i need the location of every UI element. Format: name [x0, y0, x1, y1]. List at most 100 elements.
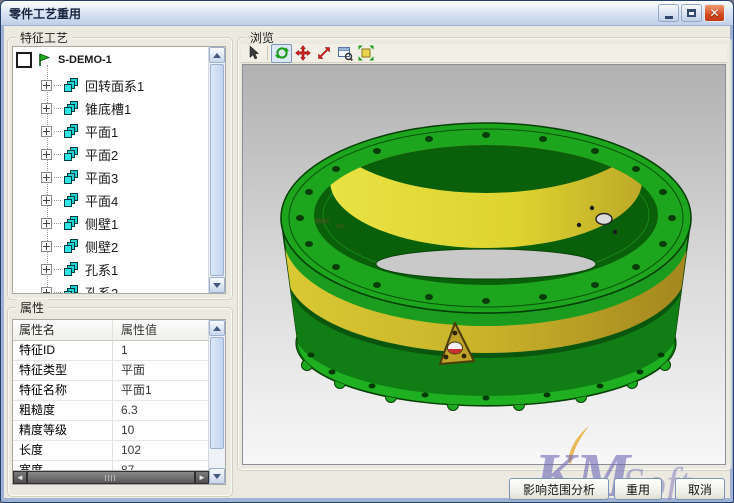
prop-name: 特征ID: [13, 341, 113, 360]
dialog-client-area: 特征工艺 S-DEMO-1 回转面系1 锥底槽1 平面: [4, 26, 730, 498]
zoom-fit-tool-button[interactable]: [355, 44, 376, 63]
arrow-down-icon: [213, 474, 221, 479]
tree-item-label: 孔系2: [85, 283, 118, 295]
properties-scrollbar[interactable]: [208, 320, 225, 484]
tree-item-label: 锥底槽1: [85, 99, 131, 118]
tree-item[interactable]: 锥底槽1: [41, 98, 131, 118]
tree-root-item[interactable]: S-DEMO-1: [13, 50, 112, 70]
tree-item-label: 回转面系1: [85, 76, 144, 95]
tree-item-label: 平面2: [85, 145, 118, 164]
scroll-down-button[interactable]: [209, 468, 225, 484]
reuse-button[interactable]: 重用: [614, 478, 662, 500]
expand-icon[interactable]: [41, 80, 52, 91]
zoom-fit-icon: [358, 45, 374, 61]
feature-tree-group: 特征工艺 S-DEMO-1 回转面系1 锥底槽1 平面: [7, 37, 233, 300]
tree-root-checkbox[interactable]: [16, 52, 32, 68]
table-header-row: 属性名 属性值: [13, 320, 209, 341]
prop-name: 精度等级: [13, 421, 113, 440]
column-header[interactable]: 属性值: [113, 320, 209, 340]
scroll-down-button[interactable]: [209, 277, 225, 293]
tree-item[interactable]: 平面1: [41, 121, 118, 141]
table-row[interactable]: 粗糙度6.3: [13, 401, 209, 421]
table-row[interactable]: 特征ID1: [13, 341, 209, 361]
expand-icon[interactable]: [41, 264, 52, 275]
pan-icon: [295, 45, 311, 61]
prop-value: 平面: [113, 361, 209, 380]
tree-scrollbar[interactable]: [208, 47, 225, 293]
scroll-thumb[interactable]: [210, 64, 224, 276]
tree-item[interactable]: 孔系2: [41, 282, 118, 294]
analyze-scope-button[interactable]: 影响范围分析: [509, 478, 609, 500]
minimize-button[interactable]: [658, 4, 679, 22]
expand-icon[interactable]: [41, 172, 52, 183]
table-row[interactable]: 特征类型平面: [13, 361, 209, 381]
scroll-right-button[interactable]: ►: [195, 471, 209, 484]
tree-item[interactable]: 回转面系1: [41, 75, 144, 95]
browser-group: 浏览: [237, 37, 732, 471]
window-title: 零件工艺重用: [1, 5, 81, 22]
tree-item[interactable]: 平面2: [41, 144, 118, 164]
maximize-icon: [687, 9, 696, 17]
zoom-tool-button[interactable]: [313, 44, 334, 63]
scroll-thumb[interactable]: [210, 337, 224, 449]
prop-name: 粗糙度: [13, 401, 113, 420]
close-icon: ✕: [709, 7, 719, 19]
arrow-down-icon: [213, 283, 221, 288]
tree-item-label: 孔系1: [85, 260, 118, 279]
view-toolbar: [241, 44, 727, 63]
feature-tree: S-DEMO-1 回转面系1 锥底槽1 平面1 平面2 平面3 平面4 侧壁1 …: [12, 46, 226, 294]
prop-name: 特征名称: [13, 381, 113, 400]
expand-icon[interactable]: [41, 195, 52, 206]
prop-value: 6.3: [113, 401, 209, 420]
hscroll-thumb[interactable]: [27, 471, 195, 484]
feature-icon: [63, 284, 79, 294]
column-header[interactable]: 属性名: [13, 320, 113, 340]
rotate-tool-button[interactable]: [271, 44, 292, 63]
expand-icon[interactable]: [41, 103, 52, 114]
dialog-window: 零件工艺重用 ✕ 特征工艺 S-DEMO-1: [0, 0, 734, 503]
expand-icon[interactable]: [41, 287, 52, 295]
feature-icon: [63, 169, 79, 185]
maximize-button[interactable]: [681, 4, 702, 22]
prop-value: 1: [113, 341, 209, 360]
tree-item[interactable]: 孔系1: [41, 259, 118, 279]
table-row[interactable]: 特征名称平面1: [13, 381, 209, 401]
tree-item[interactable]: 侧壁1: [41, 213, 118, 233]
tree-item-label: 平面4: [85, 191, 118, 210]
feature-icon: [63, 261, 79, 277]
close-button[interactable]: ✕: [704, 4, 725, 22]
table-row[interactable]: 长度102: [13, 441, 209, 461]
zoom-window-tool-button[interactable]: [334, 44, 355, 63]
tree-item[interactable]: 侧壁2: [41, 236, 118, 256]
pan-tool-button[interactable]: [292, 44, 313, 63]
minimize-icon: [665, 16, 673, 19]
feature-icon: [63, 215, 79, 231]
properties-caption: 属性: [16, 299, 48, 316]
prop-name: 长度: [13, 441, 113, 460]
scroll-left-button[interactable]: ◄: [13, 471, 27, 484]
properties-table: 属性名 属性值 特征ID1 特征类型平面 特征名称平面1 粗糙度6.3 精度等级…: [12, 319, 226, 485]
tree-item-label: 侧壁2: [85, 237, 118, 256]
3d-viewport[interactable]: [242, 64, 726, 465]
inner-wall-hole: [596, 214, 612, 225]
expand-icon[interactable]: [41, 126, 52, 137]
expand-icon[interactable]: [41, 218, 52, 229]
table-row[interactable]: 精度等级10: [13, 421, 209, 441]
cursor-icon: [246, 45, 262, 61]
assembly-flag-icon: [36, 52, 52, 68]
expand-icon[interactable]: [41, 149, 52, 160]
scroll-up-button[interactable]: [209, 47, 225, 63]
cancel-button[interactable]: 取消: [675, 478, 725, 500]
feature-icon: [63, 100, 79, 116]
3d-model-part: [243, 65, 725, 464]
tree-root-label: S-DEMO-1: [58, 54, 112, 66]
expand-icon[interactable]: [41, 241, 52, 252]
select-tool-button[interactable]: [243, 44, 264, 63]
tree-item[interactable]: 平面4: [41, 190, 118, 210]
title-bar[interactable]: 零件工艺重用: [1, 1, 733, 25]
tree-item[interactable]: 平面3: [41, 167, 118, 187]
scroll-up-button[interactable]: [209, 320, 225, 336]
properties-hscrollbar[interactable]: ◄ ►: [13, 470, 209, 484]
properties-group: 属性 属性名 属性值 特征ID1 特征类型平面 特征名称平面1 粗糙度6.3 精…: [7, 307, 233, 497]
feature-icon: [63, 77, 79, 93]
